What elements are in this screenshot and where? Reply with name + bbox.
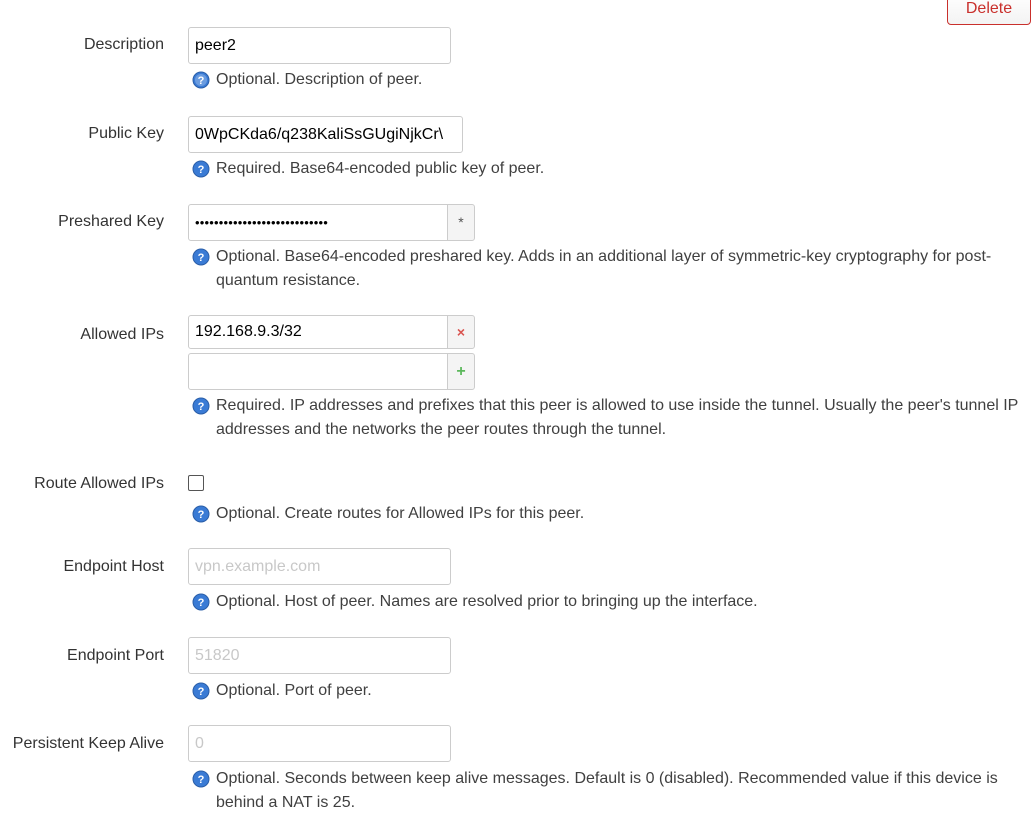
- endpoint-host-help-text: Optional. Host of peer. Names are resolv…: [216, 593, 758, 610]
- description-help-text: Optional. Description of peer.: [216, 71, 423, 88]
- svg-text:?: ?: [198, 597, 205, 609]
- preshared-key-help: ? Optional. Base64-encoded preshared key…: [192, 245, 1022, 293]
- public-key-help-text: Required. Base64-encoded public key of p…: [216, 160, 545, 177]
- svg-text:?: ?: [198, 509, 205, 521]
- route-allowed-ips-help-text: Optional. Create routes for Allowed IPs …: [216, 505, 585, 522]
- description-help: ? Optional. Description of peer.: [192, 68, 1022, 92]
- svg-text:?: ?: [198, 401, 205, 413]
- route-allowed-ips-checkbox[interactable]: [188, 475, 204, 491]
- persistent-keep-alive-help-text: Optional. Seconds between keep alive mes…: [216, 770, 998, 811]
- preshared-key-input[interactable]: ••••••••••••••••••••••••••••: [188, 204, 448, 241]
- new-allowed-ip-input[interactable]: [188, 353, 448, 390]
- description-input[interactable]: peer2: [188, 27, 451, 64]
- help-icon: ?: [192, 770, 210, 788]
- endpoint-host-label: Endpoint Host: [63, 558, 164, 575]
- persistent-keep-alive-help: ? Optional. Seconds between keep alive m…: [192, 767, 1022, 815]
- remove-ip-button[interactable]: ×: [447, 315, 475, 349]
- allowed-ips-label: Allowed IPs: [80, 326, 164, 343]
- add-ip-button[interactable]: +: [447, 353, 475, 390]
- delete-button[interactable]: Delete: [947, 0, 1031, 25]
- svg-text:?: ?: [198, 164, 205, 176]
- help-icon: ?: [192, 397, 210, 415]
- public-key-help: ? Required. Base64-encoded public key of…: [192, 157, 1022, 181]
- help-icon: ?: [192, 160, 210, 178]
- public-key-input[interactable]: 0WpCKda6/q238KaliSsGUgiNjkCr\: [188, 116, 463, 153]
- preshared-key-label: Preshared Key: [58, 213, 164, 230]
- route-allowed-ips-label: Route Allowed IPs: [34, 475, 164, 492]
- help-icon: ?: [192, 593, 210, 611]
- allowed-ips-help-text: Required. IP addresses and prefixes that…: [216, 397, 1019, 438]
- svg-text:?: ?: [198, 774, 205, 786]
- help-icon: ?: [192, 71, 210, 89]
- persistent-keep-alive-label: Persistent Keep Alive: [12, 735, 164, 752]
- endpoint-port-help-text: Optional. Port of peer.: [216, 682, 372, 699]
- help-icon: ?: [192, 505, 210, 523]
- svg-text:?: ?: [198, 252, 205, 264]
- allowed-ips-help: ? Required. IP addresses and prefixes th…: [192, 394, 1022, 442]
- preshared-key-help-text: Optional. Base64-encoded preshared key. …: [216, 248, 992, 289]
- public-key-label: Public Key: [88, 125, 164, 142]
- endpoint-host-help: ? Optional. Host of peer. Names are reso…: [192, 590, 1022, 614]
- endpoint-port-label: Endpoint Port: [67, 647, 164, 664]
- svg-text:?: ?: [198, 75, 205, 87]
- endpoint-port-input[interactable]: 51820: [188, 637, 451, 674]
- persistent-keep-alive-input[interactable]: 0: [188, 725, 451, 762]
- preshared-key-masked-value: ••••••••••••••••••••••••••••: [195, 215, 329, 230]
- allowed-ip-entry[interactable]: 192.168.9.3/32: [188, 315, 448, 349]
- endpoint-host-input[interactable]: vpn.example.com: [188, 548, 451, 585]
- route-allowed-ips-help: ? Optional. Create routes for Allowed IP…: [192, 502, 1022, 526]
- endpoint-port-help: ? Optional. Port of peer.: [192, 679, 1022, 703]
- description-label: Description: [83, 36, 164, 53]
- svg-text:?: ?: [198, 686, 205, 698]
- reveal-password-button[interactable]: *: [447, 204, 475, 241]
- help-icon: ?: [192, 248, 210, 266]
- help-icon: ?: [192, 682, 210, 700]
